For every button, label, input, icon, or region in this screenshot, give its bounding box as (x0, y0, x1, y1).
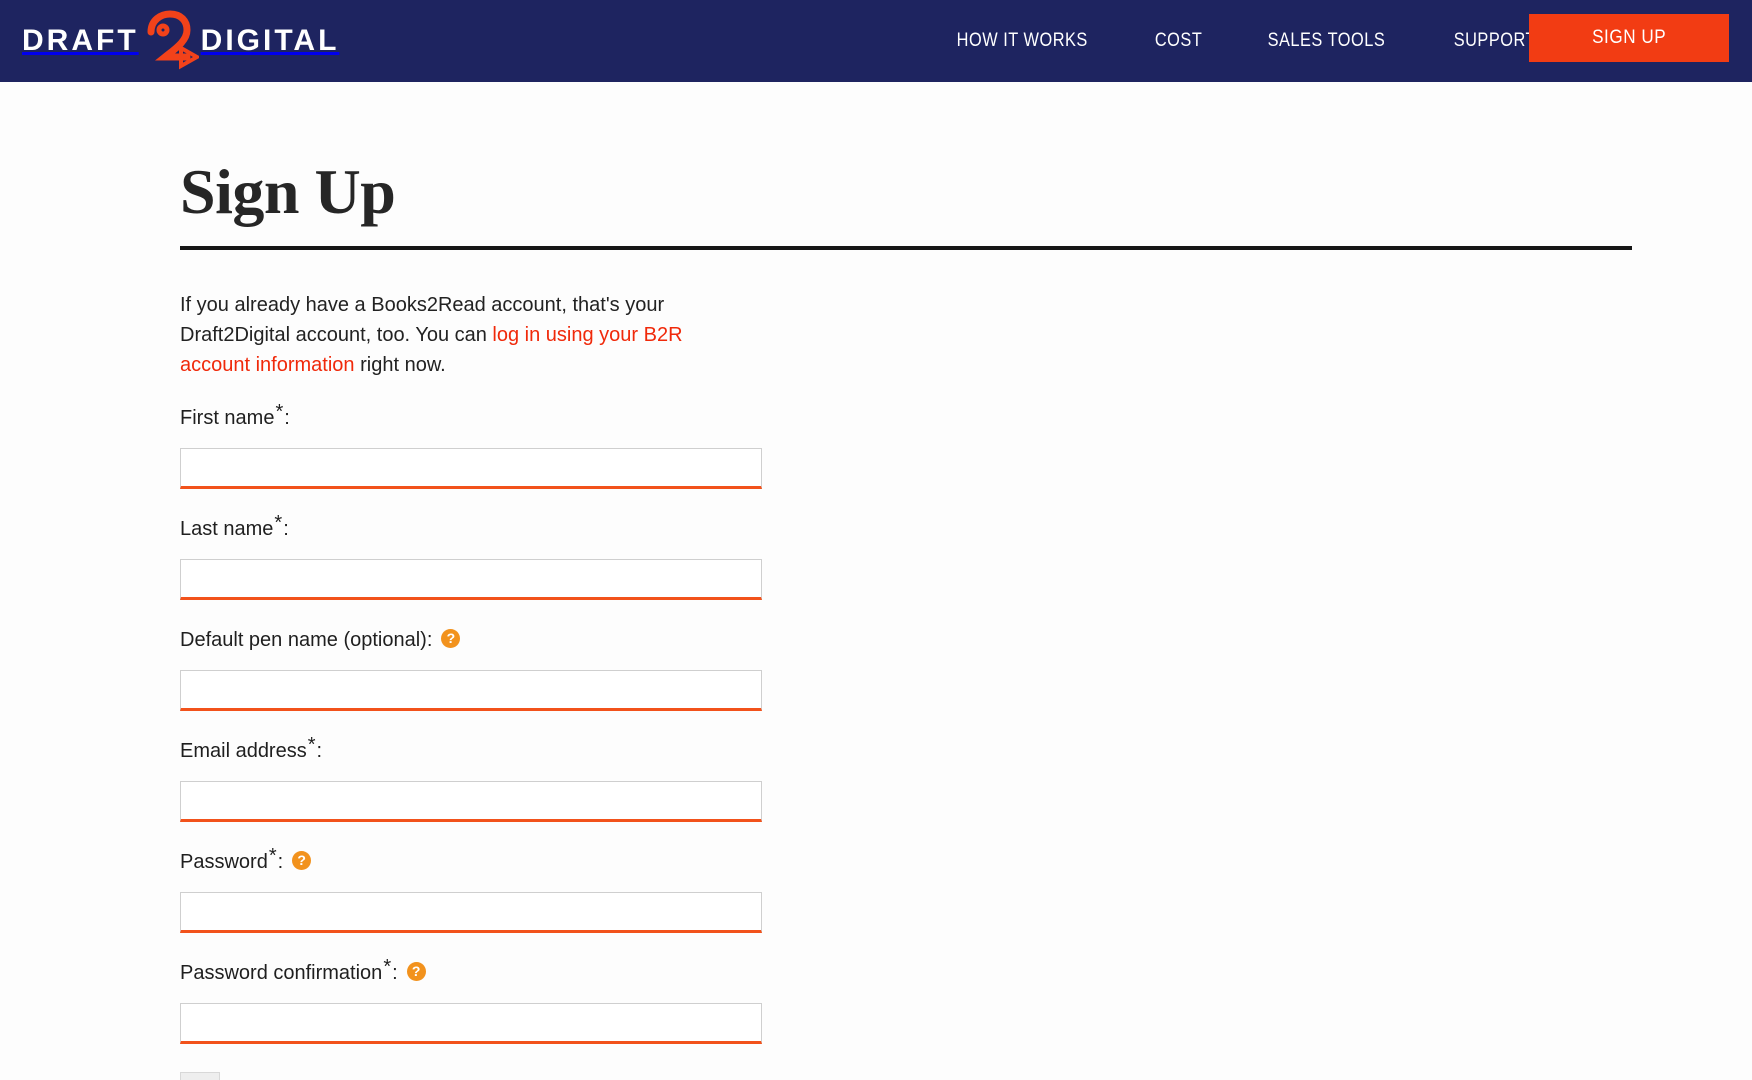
label-colon: : (392, 962, 398, 984)
field-last-name: Last name *: (180, 512, 1752, 600)
label-last-name: Last name *: (180, 512, 1752, 547)
main-navigation: HOW IT WORKS COST SALES TOOLS SUPPORT (920, 0, 1568, 82)
last-name-input[interactable] (180, 559, 762, 600)
site-logo[interactable]: DRAFT DIGITAL (22, 0, 339, 82)
label-email-address: Email address *: (180, 734, 1752, 769)
logo-text-digital: DIGITAL (200, 24, 340, 57)
nav-item-how-it-works[interactable]: HOW IT WORKS (934, 30, 1110, 52)
signup-form: First name *: Last name *: Default pen nam… (180, 401, 1752, 1080)
label-password: Password *: ? (180, 845, 1752, 880)
question-mark-help-icon[interactable]: ? (292, 851, 312, 870)
field-password: Password *: ? (180, 845, 1752, 933)
nav-item-cost[interactable]: COST (1132, 30, 1224, 52)
field-first-name: First name *: (180, 401, 1752, 489)
label-pen-name: Default pen name (optional): ? (180, 628, 1752, 658)
label-colon: : (277, 851, 284, 873)
label-first-name: First name *: (180, 401, 1752, 436)
label-password-confirmation: Password confirmation *: ? (180, 956, 1752, 991)
intro-paragraph: If you already have a Books2Read account… (180, 290, 740, 380)
page-title: Sign Up (180, 156, 396, 227)
label-pen-name-text: Default pen name (optional): (180, 629, 433, 651)
label-colon: : (284, 407, 290, 429)
intro-text-after: right now. (354, 354, 446, 376)
marketing-optin-row: Yes! I'd like to receive marketing news,… (180, 1072, 1752, 1080)
password-confirmation-input[interactable] (180, 1003, 762, 1044)
field-pen-name: Default pen name (optional): ? (180, 628, 1752, 711)
signup-button[interactable]: SIGN UP (1529, 14, 1729, 62)
field-password-confirmation: Password confirmation *: ? (180, 956, 1752, 1044)
pen-name-input[interactable] (180, 670, 762, 711)
label-colon: : (316, 740, 323, 762)
nav-item-sales-tools[interactable]: SALES TOOLS (1245, 30, 1407, 52)
logo-text-draft: DRAFT (22, 24, 139, 57)
email-address-input[interactable] (180, 781, 762, 822)
title-divider (180, 246, 1632, 250)
label-email-address-text: Email address (180, 740, 307, 762)
page-content: Sign Up If you already have a Books2Read… (0, 82, 1752, 1080)
first-name-input[interactable] (180, 448, 762, 489)
field-email-address: Email address *: (180, 734, 1752, 822)
marketing-optin-checkbox[interactable] (180, 1072, 220, 1080)
password-input[interactable] (180, 892, 762, 933)
label-first-name-text: First name (180, 407, 275, 429)
label-password-confirmation-text: Password confirmation (180, 962, 383, 984)
required-marker: * (383, 956, 392, 978)
required-marker: * (274, 512, 283, 534)
label-last-name-text: Last name (180, 518, 274, 540)
question-mark-help-icon[interactable]: ? (406, 962, 426, 981)
site-header: DRAFT DIGITAL HOW IT WORKS COST SALES TO… (0, 0, 1752, 82)
required-marker: * (275, 401, 284, 423)
required-marker: * (268, 845, 277, 867)
signup-button-label: SIGN UP (1591, 27, 1667, 48)
question-mark-help-icon[interactable]: ? (441, 629, 461, 648)
required-marker: * (307, 734, 316, 756)
label-password-text: Password (180, 851, 268, 873)
label-colon: : (283, 518, 289, 540)
draft2digital-arrow-2-logo-icon (141, 10, 199, 72)
